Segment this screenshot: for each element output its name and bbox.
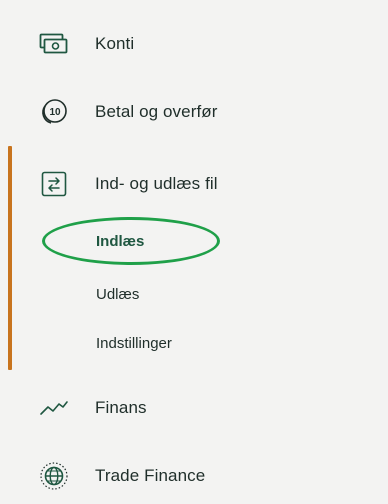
sidebar-item-label: Konti xyxy=(95,34,135,53)
transfer-arrows-icon xyxy=(36,166,72,202)
sidebar-item-konti[interactable]: Konti xyxy=(0,24,388,64)
sidebar-item-label: Betal og overfør xyxy=(95,102,218,121)
sidebar-item-trade-finance[interactable]: Trade Finance xyxy=(0,454,388,498)
trend-line-icon xyxy=(36,390,72,426)
sidebar-nav: Konti 10 Betal og overfør Ind- og udlæs … xyxy=(0,0,388,504)
globe-icon xyxy=(36,458,72,494)
submenu-item-indlaes[interactable]: Indlæs xyxy=(96,232,144,252)
sidebar-item-label: Ind- og udlæs fil xyxy=(95,174,218,193)
sidebar-item-label: Trade Finance xyxy=(95,466,206,485)
sidebar-item-ind-og-udlaes-fil[interactable]: Ind- og udlæs fil xyxy=(0,162,388,206)
sidebar-item-finans[interactable]: Finans xyxy=(0,386,388,430)
sidebar-item-label: Finans xyxy=(95,398,147,417)
submenu-item-indstillinger[interactable]: Indstillinger xyxy=(96,334,172,354)
sidebar-item-betal-og-overfoer[interactable]: 10 Betal og overfør xyxy=(0,90,388,134)
coin-10-icon: 10 xyxy=(36,94,72,130)
coin-text: 10 xyxy=(49,107,61,118)
banknote-icon xyxy=(36,26,72,62)
submenu-item-udlaes[interactable]: Udlæs xyxy=(96,285,139,305)
